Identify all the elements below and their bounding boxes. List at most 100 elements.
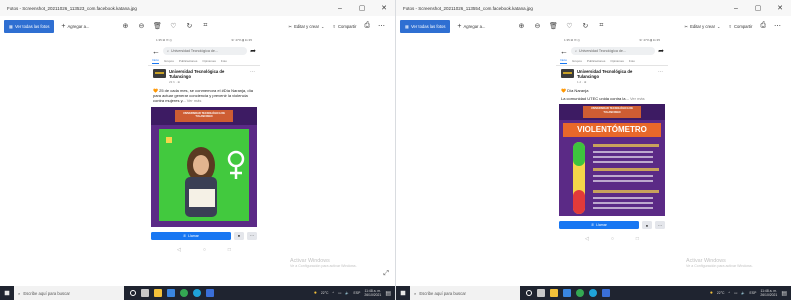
start-button[interactable] <box>396 286 410 300</box>
activate-windows-watermark: Activar Windows Ve a Configuración para … <box>290 258 385 268</box>
task-view-icon[interactable] <box>537 289 545 297</box>
more-options-button[interactable]: ⋯ <box>774 20 781 33</box>
notification-icon[interactable]: ▤ <box>385 290 391 297</box>
minimize-button[interactable]: – <box>329 0 351 16</box>
fb-search-box: ⌕ Universidad Tecnológica de... <box>571 47 656 55</box>
store-icon[interactable] <box>167 289 175 297</box>
zoom-out-icon[interactable]: ⊖ <box>531 22 543 30</box>
explorer-icon[interactable] <box>154 289 162 297</box>
tab-grupos: Grupos <box>164 59 174 63</box>
weather-text[interactable]: 22°C <box>321 291 329 295</box>
favorite-icon[interactable]: ♡ <box>167 22 179 30</box>
edit-icon: ✂ <box>288 23 293 29</box>
weather-icon[interactable]: ● <box>314 290 317 296</box>
language-indicator[interactable]: ESP <box>750 291 757 295</box>
close-button[interactable]: ✕ <box>769 0 791 16</box>
favorite-icon[interactable]: ♡ <box>563 22 575 30</box>
edit-create-label: Editar y crear <box>690 23 715 29</box>
plus-icon: + <box>457 22 462 30</box>
share-button[interactable]: ⇪ Compartir <box>332 20 356 33</box>
call-label: Llamar <box>188 233 199 238</box>
photos-window-1: Fotos - Screenshot_20211026_113523_com.f… <box>0 0 395 300</box>
view-all-photos-button[interactable]: ▦ Ver todas las fotos <box>400 19 451 33</box>
photos-icon: ▦ <box>405 23 409 29</box>
volume-icon[interactable]: 🔈 <box>741 291 745 295</box>
chrome-icon[interactable] <box>180 289 188 297</box>
weather-icon[interactable]: ● <box>710 290 713 296</box>
more-options-button[interactable]: ⋯ <box>378 20 385 33</box>
cortana-icon[interactable] <box>526 290 532 296</box>
close-button[interactable]: ✕ <box>373 0 395 16</box>
edge-icon[interactable] <box>193 289 201 297</box>
plus-icon: + <box>61 22 66 30</box>
maximize-button[interactable]: ▢ <box>747 0 769 16</box>
network-icon[interactable]: ▭ <box>734 291 737 295</box>
print-icon: ⎙ <box>364 22 370 29</box>
search-icon: ⌕ <box>414 290 417 296</box>
page-logo <box>561 69 574 78</box>
post-image: UNIVERSIDAD TECNOLÓGICA DE TULANCINGO <box>151 106 257 229</box>
zoom-out-icon[interactable]: ⊖ <box>135 22 147 30</box>
maximize-button[interactable]: ▢ <box>351 0 373 16</box>
minimize-button[interactable]: – <box>725 0 747 16</box>
cortana-icon[interactable] <box>130 290 136 296</box>
print-button[interactable]: ⎙ <box>760 20 766 33</box>
photos-app-icon[interactable] <box>602 289 610 297</box>
task-view-icon[interactable] <box>141 289 149 297</box>
start-button[interactable] <box>0 286 14 300</box>
clock-date: 26/10/2021 <box>364 293 382 297</box>
explorer-icon[interactable] <box>550 289 558 297</box>
taskbar-search[interactable]: ⌕ Escribe aquí para buscar <box>410 286 520 300</box>
taskbar-search-placeholder: Escribe aquí para buscar <box>23 290 70 296</box>
print-button[interactable]: ⎙ <box>364 20 370 33</box>
taskbar-search[interactable]: ⌕ Escribe aquí para buscar <box>14 286 124 300</box>
delete-icon[interactable]: 🗑 <box>151 22 163 30</box>
delete-icon[interactable]: 🗑 <box>547 22 559 30</box>
zoom-in-icon[interactable]: ⊕ <box>119 22 131 30</box>
photos-app-icon[interactable] <box>206 289 214 297</box>
tray-chevron-icon[interactable]: ^ <box>729 291 731 295</box>
add-to-button[interactable]: + Agregar a... <box>61 20 89 33</box>
crop-icon[interactable]: ⌗ <box>595 22 607 30</box>
chrome-icon[interactable] <box>576 289 584 297</box>
zoom-in-icon[interactable]: ⊕ <box>515 22 527 30</box>
system-tray: ● 22°C ^ ▭ 🔈 ESP 11:48 a. m. 26/10/2021 ▤ <box>710 289 791 297</box>
toolbar: ▦ Ver todas las fotos + Agregar a... ⊕ ⊖ 🗑… <box>396 16 791 36</box>
post-text-line2: La comunidad UTEC unida contra la... <box>561 96 629 102</box>
store-icon[interactable] <box>563 289 571 297</box>
photos-icon: ▦ <box>9 23 13 29</box>
tab-opiniones: Opiniones <box>610 59 624 63</box>
fb-search-box: ⌕ Universidad Tecnológica de... <box>163 47 248 55</box>
messenger-icon: ● <box>642 221 652 230</box>
window-title: Fotos - Screenshot_20211026_113554_com.f… <box>403 5 533 11</box>
clock[interactable]: 11:48 a. m. 26/10/2021 <box>364 289 381 297</box>
back-arrow-icon: ← <box>560 46 568 56</box>
share-button[interactable]: ⇪ Compartir <box>728 20 752 33</box>
edit-create-button[interactable]: ✂ Editar y crear ⌄ <box>289 20 325 33</box>
post-text: 🧡 25 de cada mes, se conmemora el #Día N… <box>148 85 260 107</box>
tray-chevron-icon[interactable]: ^ <box>333 291 335 295</box>
share-label: Compartir <box>734 23 753 29</box>
post-menu-icon: ⋯ <box>250 69 255 75</box>
view-all-photos-button[interactable]: ▦ Ver todas las fotos <box>4 19 55 33</box>
crop-icon[interactable]: ⌗ <box>199 22 211 30</box>
volume-icon[interactable]: 🔈 <box>345 291 349 295</box>
title-bar[interactable]: Fotos - Screenshot_20211026_113523_com.f… <box>0 0 395 16</box>
nav-home-icon: ○ <box>202 246 206 253</box>
phone-status-bar: 1:35 ₪ ✉ ◎ ☏ 47% ▮ 11:35 <box>148 36 260 45</box>
add-to-button[interactable]: + Agregar a... <box>457 20 485 33</box>
title-bar[interactable]: Fotos - Screenshot_20211026_113554_com.f… <box>396 0 791 16</box>
notification-icon[interactable]: ▤ <box>781 290 787 297</box>
language-indicator[interactable]: ESP <box>354 291 361 295</box>
post-menu-icon: ⋯ <box>658 69 663 75</box>
post-image: UNIVERSIDAD TECNOLÓGICA DE TULANCINGO VI… <box>559 104 665 218</box>
weather-text[interactable]: 22°C <box>717 291 725 295</box>
network-icon[interactable]: ▭ <box>338 291 341 295</box>
rotate-icon[interactable]: ↻ <box>183 22 195 30</box>
edit-create-button[interactable]: ✂ Editar y crear ⌄ <box>685 20 721 33</box>
expand-icon[interactable]: ⤢ <box>383 270 389 278</box>
rotate-icon[interactable]: ↻ <box>579 22 591 30</box>
clock[interactable]: 11:48 a. m. 26/10/2021 <box>760 289 777 297</box>
search-icon: ⌕ <box>18 290 21 296</box>
edge-icon[interactable] <box>589 289 597 297</box>
